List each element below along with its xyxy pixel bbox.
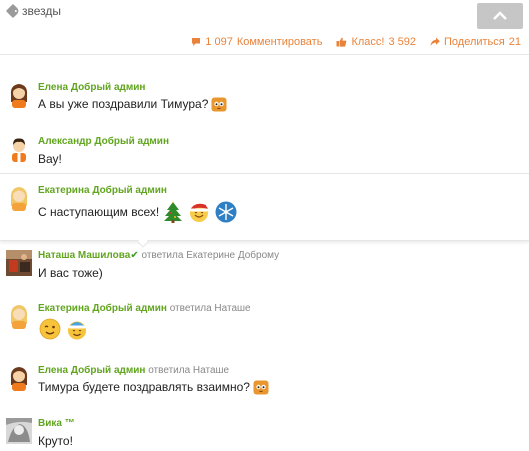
comment-author[interactable]: Екатерина Добрый админ (38, 303, 167, 314)
comment-header: Елена Добрый админ (38, 82, 145, 93)
comment-text-content: И вас тоже) (38, 266, 103, 280)
verified-check-icon: ✔ (130, 250, 139, 261)
share-count: 21 (508, 36, 521, 48)
tag[interactable]: звезды (5, 3, 62, 19)
comment-text: И вас тоже) (38, 266, 103, 280)
comment-text: Круто! (38, 434, 73, 448)
comment-header: Наташа Машилова✔ ответила Екатерине Добр… (38, 250, 279, 261)
comment-label: Комментировать (236, 36, 323, 48)
comment-action[interactable]: 1 097 Комментировать (191, 36, 322, 48)
chevron-up-icon (493, 11, 507, 20)
comment-header: Вика ™ (38, 418, 75, 429)
comment-text (38, 317, 89, 341)
comment-text: С наступающим всех! (38, 200, 238, 224)
comment-header: Екатерина Добрый админ ответила Наташе (38, 303, 251, 314)
tag-label: звезды (22, 4, 62, 18)
action-bar: 1 097 Комментировать Класс! 3 592 Подели… (191, 36, 521, 48)
comment-text-content: Тимура будете поздравлять взаимно? (38, 380, 250, 394)
comment-author[interactable]: Александр Добрый админ (38, 136, 169, 147)
avatar-blonde-girl-icon[interactable] (8, 185, 30, 211)
user-photo[interactable] (6, 418, 32, 444)
comment-header: Елена Добрый админ ответила Наташе (38, 365, 229, 376)
comment-text-content: Вау! (38, 152, 62, 166)
cat-face-emoji (253, 380, 269, 395)
winter-hat-smiley-emoji (68, 317, 86, 340)
comment-text: А вы уже поздравили Тимура? (38, 96, 227, 112)
user-photo[interactable] (6, 250, 32, 276)
like-label: Класс! (351, 36, 385, 48)
comment-author[interactable]: Елена Добрый админ (38, 365, 145, 376)
speech-bubble-icon (192, 38, 201, 46)
comment-author[interactable]: Наташа Машилова (38, 250, 130, 261)
avatar-boy-icon[interactable] (8, 136, 30, 162)
tag-icon (5, 3, 21, 19)
comment-author[interactable]: Елена Добрый админ (38, 82, 145, 93)
share-action[interactable]: Поделиться 21 (430, 36, 521, 48)
like-action[interactable]: Класс! 3 592 (336, 36, 416, 48)
comment-header: Александр Добрый админ (38, 136, 169, 147)
share-label: Поделиться (444, 36, 505, 48)
likes-count: 3 592 (388, 36, 416, 48)
scroll-up-button[interactable] (477, 3, 523, 29)
christmas-tree-emoji (164, 201, 183, 223)
topbar: звезды (0, 0, 529, 29)
share-arrow-icon (430, 37, 440, 46)
comment-text: Вау! (38, 152, 62, 166)
reply-to[interactable]: ответила Наташе (148, 365, 229, 376)
comment-author[interactable]: Екатерина Добрый админ (38, 185, 167, 196)
comment-text-content: А вы уже поздравили Тимура? (38, 97, 209, 111)
comments-count: 1 097 (205, 36, 233, 48)
thumbs-up-icon (336, 37, 347, 47)
avatar-girl-icon[interactable] (8, 82, 30, 108)
reply-to[interactable]: ответила Наташе (170, 303, 251, 314)
wink-smiley-emoji (39, 318, 61, 340)
snowflake-emoji (215, 201, 237, 223)
divider (0, 54, 529, 55)
comment-author[interactable]: Вика ™ (38, 418, 75, 429)
avatar-girl-icon[interactable] (8, 365, 30, 391)
comment-text-content: Круто! (38, 434, 73, 448)
cat-face-emoji (211, 97, 227, 112)
santa-smiley-emoji (190, 203, 211, 222)
comment-header: Екатерина Добрый админ (38, 185, 167, 196)
reply-to[interactable]: ответила Екатерине Доброму (142, 250, 280, 261)
comment-text: Тимура будете поздравлять взаимно? (38, 379, 269, 395)
avatar-blonde-girl-icon[interactable] (8, 303, 30, 329)
comment-text-content: С наступающим всех! (38, 205, 160, 219)
